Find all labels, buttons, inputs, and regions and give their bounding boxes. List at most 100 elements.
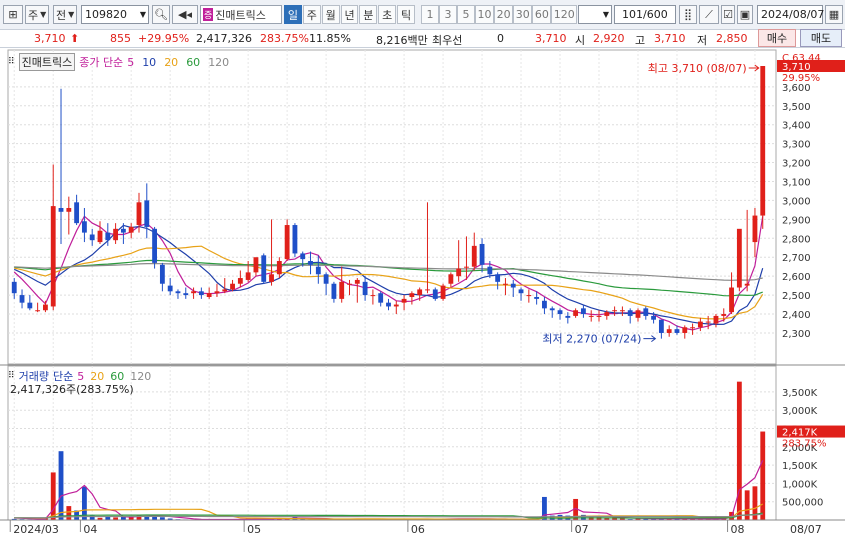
save-icon[interactable]: ▣ <box>737 5 753 24</box>
candle-body <box>464 266 469 268</box>
interval-tab[interactable]: 1 <box>421 5 439 24</box>
candle-body <box>19 295 25 303</box>
period-tab[interactable]: 주 <box>302 5 321 24</box>
price-ma-legend: 60 <box>186 55 201 69</box>
ask-price: 3,710 <box>535 32 567 45</box>
candle-body <box>557 310 563 315</box>
volume-bar <box>736 381 742 520</box>
stock-code-value: 109820 <box>85 8 127 21</box>
check-tool-icon[interactable]: ☑ <box>721 5 735 24</box>
period-tabs: 일주월년분초틱 <box>284 5 416 24</box>
dots-tool-icon[interactable]: ⣿ <box>679 5 697 24</box>
calendar-icon[interactable]: ▦ <box>825 5 843 24</box>
x-tick-label: 06 <box>411 523 425 536</box>
x-tick-label: 08 <box>731 523 745 536</box>
candle-body <box>11 281 17 294</box>
volume-ratio: 283.75% <box>260 32 309 45</box>
sell-label: 매도 <box>810 32 832 45</box>
price-y-tick: 3,600 <box>782 83 811 94</box>
candle-body <box>191 291 196 294</box>
interval-tab[interactable]: 10 <box>475 5 495 24</box>
high-annotation: 최고 3,710 (08/07) <box>648 62 747 75</box>
candle-body <box>580 308 586 315</box>
interval-custom-input[interactable]: ▼ <box>578 5 612 24</box>
candle-body <box>619 310 625 312</box>
candle-body <box>651 315 657 320</box>
chart-area[interactable]: 3,600 3,500 3,400 3,300 3,200 3,100 3,000 2,900… <box>0 48 845 542</box>
period-tab[interactable]: 일 <box>284 5 302 24</box>
x-tick-label: 04 <box>83 523 97 536</box>
date-value: 2024/08/07 <box>761 8 825 21</box>
candle-body <box>362 281 368 296</box>
last-volume-text: 2,417K <box>782 428 818 439</box>
period-tab[interactable]: 분 <box>359 5 378 24</box>
interval-tab[interactable]: 120 <box>551 5 578 24</box>
stock-name-button[interactable]: 증 진매트릭스 <box>200 5 282 24</box>
price-y-tick: 2,900 <box>782 215 811 226</box>
candle-body <box>27 302 33 309</box>
open-value: 2,920 <box>593 32 625 45</box>
candle-body <box>479 243 485 265</box>
price-ma-legend: 20 <box>164 55 179 69</box>
stock-code-input[interactable]: 109820 ▼ <box>81 5 149 24</box>
market-select[interactable]: 주 ▼ <box>25 5 49 24</box>
high-label: 고 <box>635 34 646 47</box>
candle-body <box>253 257 259 273</box>
candle-body <box>736 228 742 288</box>
price-y-tick: 3,000 <box>782 196 811 207</box>
candle-body <box>425 289 430 291</box>
price-y-tick: 3,400 <box>782 121 811 132</box>
chart-svg[interactable]: 3,600 3,500 3,400 3,300 3,200 3,100 3,000 2,900… <box>0 48 845 542</box>
candle-body <box>697 321 703 328</box>
candle-body <box>456 268 462 277</box>
sell-button[interactable]: 매도 <box>800 29 842 47</box>
count-input[interactable]: 101/600 <box>614 5 676 24</box>
low-label: 저 <box>697 34 708 47</box>
price-y-tick: 3,300 <box>782 140 811 151</box>
market-label: 주 <box>28 8 39 22</box>
candle-body <box>417 289 423 296</box>
period-tab[interactable]: 틱 <box>397 5 416 24</box>
chart-menu-icon[interactable]: ⊞ <box>3 5 23 24</box>
candle-body <box>565 315 571 318</box>
candle-body <box>401 298 407 303</box>
candle-body <box>222 289 228 292</box>
period-tab[interactable]: 초 <box>378 5 397 24</box>
search-icon[interactable]: 🔍︎ <box>152 5 170 24</box>
candle-body <box>198 291 204 296</box>
date-input[interactable]: 2024/08/07 <box>757 5 825 24</box>
candle-body <box>261 255 267 282</box>
interval-tab[interactable]: 30 <box>513 5 533 24</box>
change-value: 855 <box>110 32 131 45</box>
interval-tab[interactable]: 60 <box>532 5 552 24</box>
candle-body <box>409 293 415 297</box>
price-y-tick: 2,400 <box>782 310 811 321</box>
candle-body <box>705 321 711 323</box>
kind-select[interactable]: 전 ▼ <box>53 5 77 24</box>
interval-tab[interactable]: 20 <box>494 5 514 24</box>
period-tab[interactable]: 월 <box>321 5 340 24</box>
volume-y-tick: 1,000K <box>782 479 818 490</box>
period-tab[interactable]: 년 <box>340 5 359 24</box>
volume-y-tick: 3,000K <box>782 406 818 417</box>
menu-dots-icon[interactable]: ⠿ <box>8 371 15 381</box>
candle-body <box>666 329 672 333</box>
interval-tab[interactable]: 5 <box>457 5 475 24</box>
candle-body <box>627 310 633 316</box>
last-pct-text: 29.95% <box>782 73 820 84</box>
candle-body <box>440 285 446 299</box>
volume-current: 2,417,326주(283.75%) <box>10 383 134 396</box>
candle-body <box>105 232 111 241</box>
speaker-icon[interactable]: ◀◂ <box>172 5 198 24</box>
menu-dots-icon[interactable]: ⠿ <box>8 57 15 67</box>
volume-y-tick: 3,500K <box>782 388 818 399</box>
interval-tab[interactable]: 3 <box>439 5 457 24</box>
volume-y-tick: 1,500K <box>782 461 818 472</box>
candle-body <box>144 200 150 227</box>
draw-tool-icon[interactable]: ⟋ <box>699 5 719 24</box>
candle-body <box>588 315 594 317</box>
buy-button[interactable]: 매수 <box>758 29 796 47</box>
candle-body <box>386 302 391 307</box>
candle-body <box>339 281 345 299</box>
candle-body <box>510 283 516 288</box>
